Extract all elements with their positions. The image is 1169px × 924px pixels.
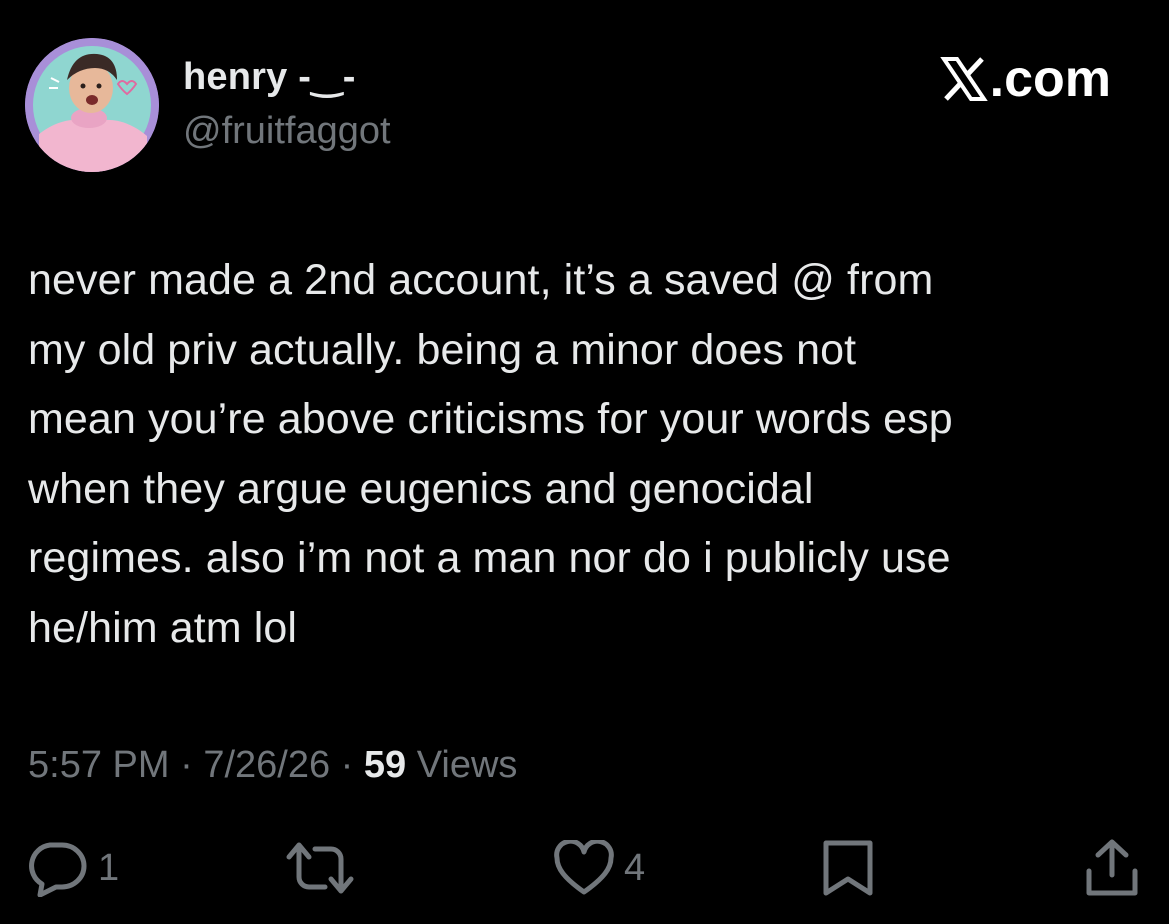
repost-icon: [286, 842, 354, 894]
action-bar: 1 4: [0, 830, 1169, 910]
heart-icon: [554, 840, 614, 895]
x-logo-icon: [939, 57, 988, 101]
tweet-card: henry -‿- @fruitfaggot .com never made a…: [0, 0, 1169, 924]
avatar-image: [25, 38, 159, 172]
tweet-date[interactable]: 7/26/26: [203, 744, 330, 786]
repost-button[interactable]: [285, 838, 355, 898]
reply-count: 1: [98, 846, 120, 889]
views-count: 59: [363, 744, 407, 786]
tweet-text: never made a 2nd account, it’s a saved @…: [28, 256, 953, 652]
brand-suffix: .com: [989, 50, 1111, 108]
avatar[interactable]: [25, 38, 159, 172]
views-label: Views: [406, 744, 518, 786]
reply-icon: [29, 842, 87, 897]
like-button[interactable]: 4: [554, 838, 645, 898]
share-button[interactable]: [1084, 838, 1140, 898]
like-count: 4: [624, 846, 646, 889]
meta-separator: ·: [330, 744, 364, 786]
display-name[interactable]: henry -‿-: [183, 52, 356, 102]
tweet-time[interactable]: 5:57 PM: [28, 744, 170, 786]
bookmark-button[interactable]: [820, 838, 876, 898]
brand-watermark: .com: [939, 48, 1111, 110]
tweet-meta: 5:57 PM · 7/26/26 · 59 Views: [28, 738, 517, 792]
share-icon: [1086, 839, 1138, 896]
reply-button[interactable]: 1: [26, 838, 119, 898]
user-handle[interactable]: @fruitfaggot: [183, 106, 391, 156]
meta-separator: ·: [169, 744, 204, 786]
bookmark-icon: [823, 840, 873, 896]
